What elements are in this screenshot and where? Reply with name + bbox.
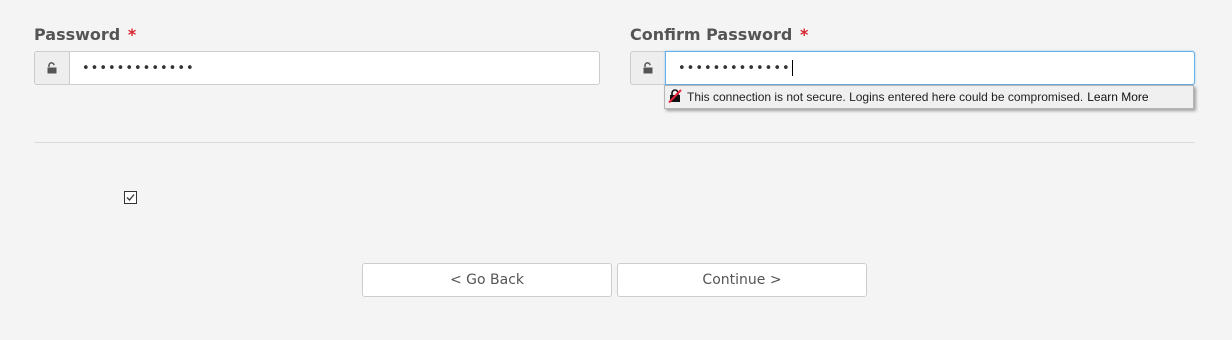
- agreement-checkbox[interactable]: [124, 191, 137, 204]
- password-label-text: Password: [34, 25, 121, 44]
- password-input-group: •••••••••••••: [34, 51, 600, 85]
- insecure-login-warning[interactable]: This connection is not secure. Logins en…: [664, 85, 1194, 109]
- password-input-value: •••••••••••••: [82, 60, 195, 76]
- password-label: Password *: [34, 25, 136, 45]
- insecure-warning-message: This connection is not secure. Logins en…: [687, 90, 1084, 104]
- required-asterisk: *: [127, 25, 137, 44]
- insecure-lock-icon: [668, 88, 682, 106]
- confirm-password-input-value: •••••••••••••: [678, 60, 791, 76]
- learn-more-link[interactable]: Learn More: [1087, 90, 1148, 104]
- checkmark-icon: [126, 194, 135, 201]
- continue-button[interactable]: Continue >: [617, 263, 867, 297]
- section-divider: [34, 142, 1195, 143]
- go-back-button[interactable]: < Go Back: [362, 263, 612, 297]
- text-caret: [791, 60, 793, 76]
- confirm-password-label-text: Confirm Password: [630, 25, 793, 44]
- password-input[interactable]: •••••••••••••: [69, 51, 600, 85]
- unlock-icon: [34, 51, 69, 85]
- confirm-password-input-group: •••••••••••••: [630, 51, 1195, 85]
- unlock-icon: [630, 51, 665, 85]
- confirm-password-label: Confirm Password *: [630, 25, 808, 45]
- required-asterisk: *: [799, 25, 809, 44]
- confirm-password-input[interactable]: •••••••••••••: [665, 51, 1195, 85]
